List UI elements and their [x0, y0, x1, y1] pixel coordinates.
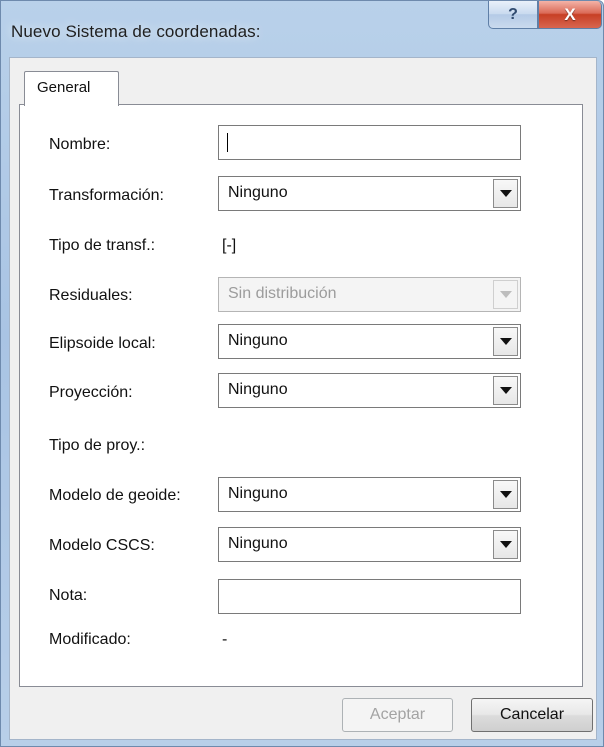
tipo-proy-label: Tipo de proy.:	[49, 437, 146, 454]
elipsoide-local-label: Elipsoide local:	[49, 335, 156, 352]
chevron-down-icon	[499, 338, 512, 345]
modelo-cscs-label: Modelo CSCS:	[49, 537, 155, 554]
tab-general[interactable]: General	[24, 71, 119, 106]
nota-label: Nota:	[49, 587, 88, 604]
elipsoide-local-select[interactable]: Ninguno	[218, 324, 521, 359]
modificado-label: Modificado:	[49, 631, 131, 648]
close-icon: X	[564, 4, 576, 24]
elipsoide-local-dropdown-button[interactable]	[493, 327, 518, 356]
close-button[interactable]: X	[538, 1, 602, 29]
chevron-down-icon	[499, 541, 512, 548]
question-icon: ?	[508, 5, 518, 23]
transformacion-value: Ninguno	[228, 184, 288, 201]
modelo-cscs-select[interactable]: Ninguno	[218, 527, 521, 562]
transformacion-label: Transformación:	[49, 187, 164, 204]
transformacion-select[interactable]: Ninguno	[218, 176, 521, 211]
accept-button[interactable]: Aceptar	[342, 698, 453, 732]
elipsoide-local-value: Ninguno	[228, 332, 288, 349]
help-button[interactable]: ?	[488, 1, 538, 29]
proyeccion-value: Ninguno	[228, 381, 288, 398]
nombre-input[interactable]	[218, 125, 521, 160]
proyeccion-label: Proyección:	[49, 384, 133, 401]
modelo-cscs-value: Ninguno	[228, 535, 288, 552]
window-title: Nuevo Sistema de coordenadas:	[11, 22, 261, 41]
residuales-value: Sin distribución	[228, 285, 337, 302]
transformacion-dropdown-button[interactable]	[493, 179, 518, 208]
title-bar[interactable]: Nuevo Sistema de coordenadas: ? X	[1, 1, 603, 57]
modelo-geoide-dropdown-button[interactable]	[493, 480, 518, 509]
cancel-button[interactable]: Cancelar	[471, 698, 593, 732]
residuales-label: Residuales:	[49, 287, 133, 304]
tab-general-label: General	[37, 79, 91, 96]
tipo-transf-label: Tipo de transf.:	[49, 237, 156, 254]
text-cursor	[227, 133, 228, 152]
chevron-down-icon	[499, 190, 512, 197]
modelo-geoide-select[interactable]: Ninguno	[218, 477, 521, 512]
nombre-label: Nombre:	[49, 136, 111, 153]
modificado-value: -	[222, 631, 228, 648]
residuales-select[interactable]: Sin distribución	[218, 277, 521, 312]
chevron-down-icon	[499, 291, 512, 298]
nota-input[interactable]	[218, 579, 521, 614]
proyeccion-dropdown-button[interactable]	[493, 376, 518, 405]
tipo-transf-value: [-]	[222, 237, 237, 254]
chevron-down-icon	[499, 491, 512, 498]
chevron-down-icon	[499, 387, 512, 394]
modelo-geoide-label: Modelo de geoide:	[49, 487, 181, 504]
modelo-geoide-value: Ninguno	[228, 485, 288, 502]
proyeccion-select[interactable]: Ninguno	[218, 373, 521, 408]
modelo-cscs-dropdown-button[interactable]	[493, 530, 518, 559]
residuales-dropdown-button[interactable]	[493, 280, 518, 309]
